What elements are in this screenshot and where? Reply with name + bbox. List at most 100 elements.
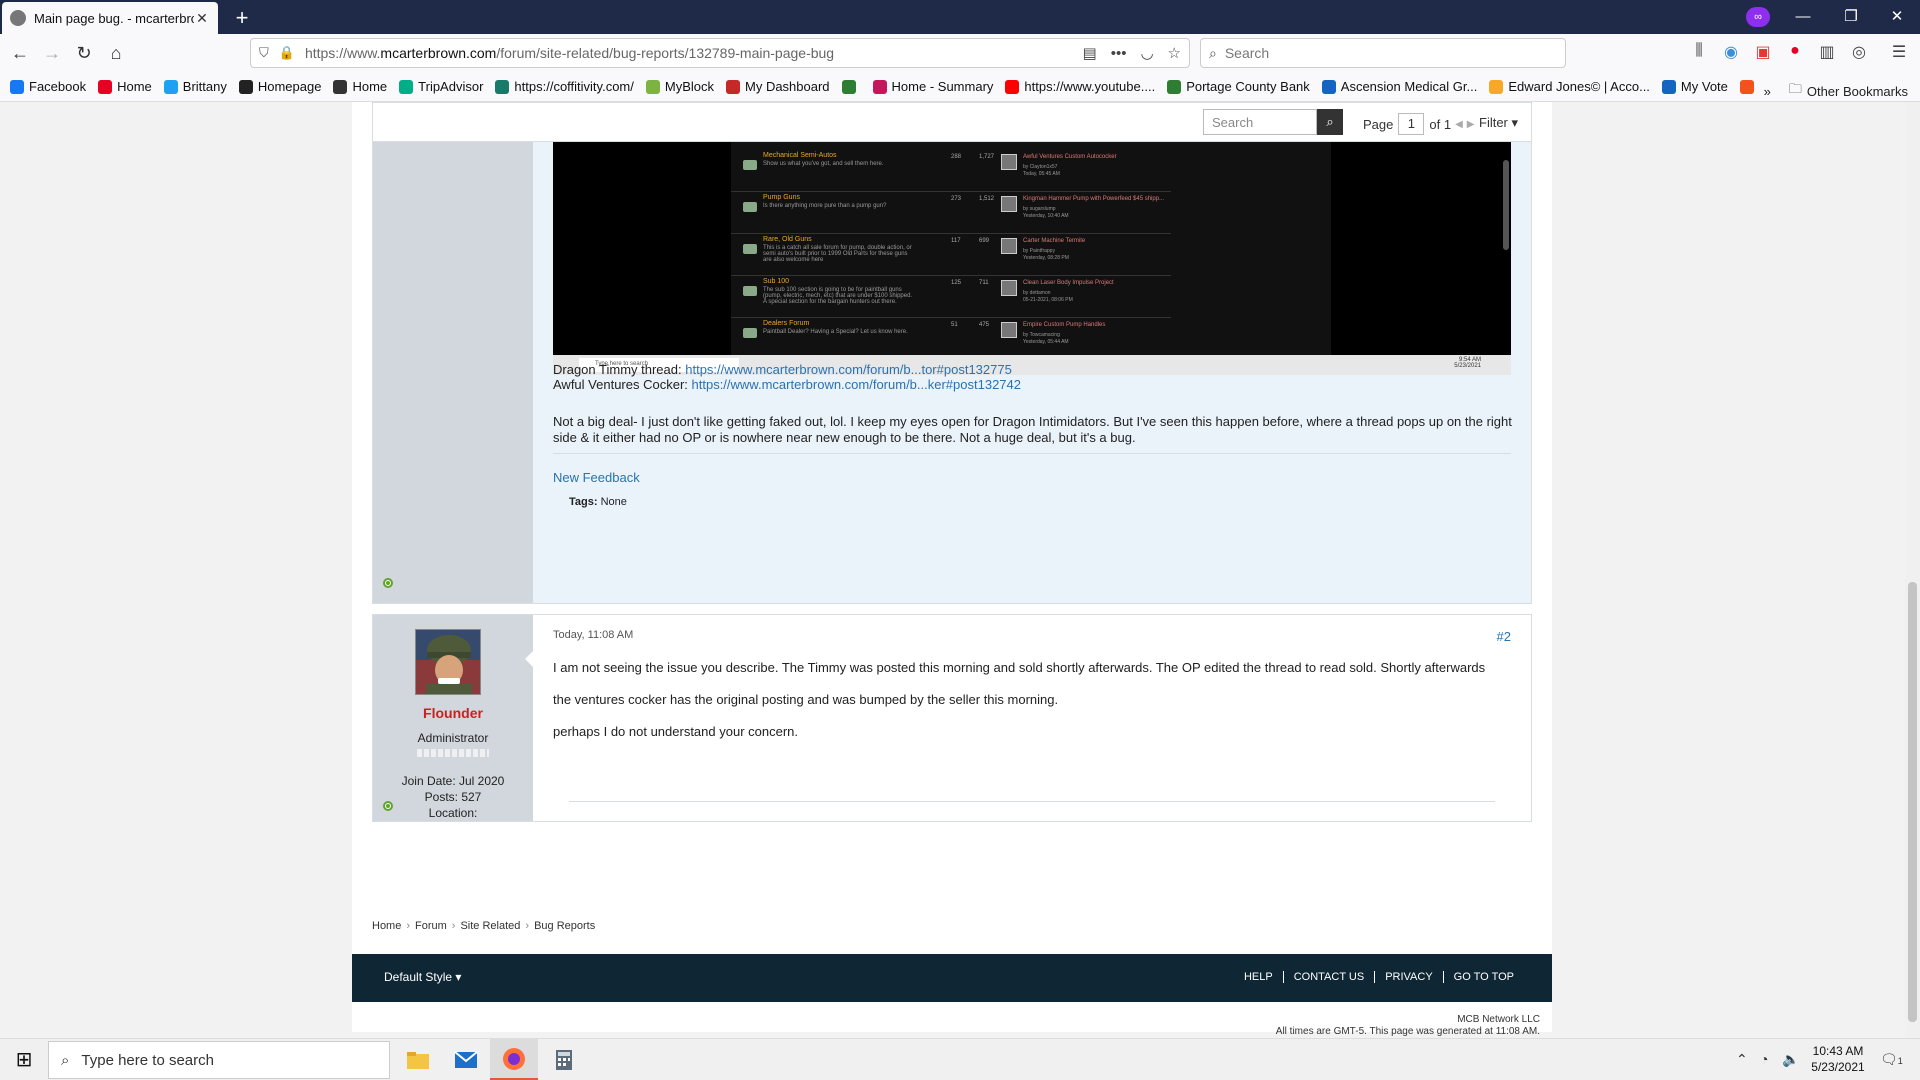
- other-bookmarks[interactable]: » 🗀 Other Bookmarks: [1764, 80, 1908, 102]
- url-text[interactable]: https://www.mcarterbrown.com/forum/site-…: [305, 45, 1069, 61]
- thread-link-line-2: Awful Ventures Cocker: https://www.mcart…: [553, 377, 1021, 392]
- last-post-author: by Towcamacing: [1023, 332, 1060, 338]
- taskbar-search-input[interactable]: ⌕ Type here to search: [48, 1041, 390, 1079]
- forum-icon: [743, 286, 757, 296]
- dragon-timmy-link[interactable]: https://www.mcarterbrown.com/forum/b...t…: [685, 362, 1012, 377]
- last-post-avatar: [1001, 154, 1017, 170]
- tracking-shield-icon[interactable]: ⛉: [259, 45, 269, 61]
- bookmark-item[interactable]: My Vote: [1661, 79, 1728, 94]
- new-feedback-link[interactable]: New Feedback: [553, 470, 640, 485]
- url-bar[interactable]: ⛉ 🔒 https://www.mcarterbrown.com/forum/s…: [250, 38, 1190, 68]
- network-icon[interactable]: ◔: [1760, 1051, 1768, 1067]
- breadcrumb-forum[interactable]: Forum: [415, 920, 447, 932]
- menu-icon[interactable]: ☰: [1886, 42, 1912, 62]
- extension-icon[interactable]: ◉: [1718, 42, 1744, 62]
- bookmark-favicon-icon: [238, 79, 253, 94]
- filter-dropdown[interactable]: Filter ▾: [1479, 115, 1518, 131]
- bookmark-item[interactable]: https://coffitivity.com/: [495, 79, 634, 94]
- style-selector[interactable]: Default Style ▾: [384, 970, 461, 984]
- bookmarks-overflow-icon[interactable]: »: [1764, 84, 1771, 99]
- username[interactable]: Flounder: [373, 705, 533, 721]
- scrollbar-thumb[interactable]: [1908, 582, 1917, 1022]
- pocket-extension-icon[interactable]: ▣: [1750, 42, 1776, 62]
- breadcrumb: Home › Forum › Site Related › Bug Reports: [372, 920, 596, 932]
- page-scrollbar[interactable]: [1905, 102, 1920, 1038]
- post-1-user-sidebar: [373, 142, 533, 603]
- show-hidden-icons-icon[interactable]: ⌃: [1736, 1051, 1748, 1068]
- post-pointer: [525, 651, 533, 667]
- windows-start-icon[interactable]: ⊞: [0, 1039, 48, 1080]
- file-explorer-icon[interactable]: [394, 1039, 442, 1080]
- forum-desc: Show us what you've got, and sell them h…: [763, 161, 884, 167]
- pinterest-icon[interactable]: ●: [1782, 42, 1808, 60]
- reader-view-icon[interactable]: ▤: [1083, 44, 1097, 62]
- lock-icon[interactable]: 🔒: [279, 45, 295, 61]
- avatar[interactable]: [415, 629, 481, 695]
- sidebar-icon[interactable]: ▥: [1814, 42, 1840, 62]
- restore-button[interactable]: ❐: [1828, 0, 1874, 34]
- bookmark-item[interactable]: Home: [333, 79, 387, 94]
- pocket-icon[interactable]: ◡: [1140, 44, 1153, 62]
- page-number-input[interactable]: 1: [1398, 113, 1425, 135]
- firefox-icon[interactable]: [490, 1039, 538, 1080]
- forum-title: Dealers Forum: [763, 320, 810, 327]
- browser-search-input[interactable]: ⌕ Search: [1200, 38, 1566, 68]
- browser-tab-active[interactable]: Main page bug. - mcarterbrown.com ✕: [2, 2, 218, 34]
- back-icon[interactable]: ←: [6, 40, 34, 66]
- bookmark-item[interactable]: My Dashboard: [726, 79, 830, 94]
- footer-contact-link[interactable]: CONTACT US: [1282, 971, 1375, 983]
- forum-icon: [743, 160, 757, 170]
- awful-ventures-link[interactable]: https://www.mcarterbrown.com/forum/b...k…: [692, 377, 1021, 392]
- mail-icon[interactable]: [442, 1039, 490, 1080]
- breadcrumb-home[interactable]: Home: [372, 920, 401, 932]
- breadcrumb-site-related[interactable]: Site Related: [460, 920, 520, 932]
- bookmark-item[interactable]: TripAdvisor: [399, 79, 483, 94]
- bookmark-item[interactable]: Facebook: [10, 79, 86, 94]
- thread-search-input[interactable]: Search: [1203, 109, 1317, 135]
- new-tab-button[interactable]: +: [228, 5, 256, 31]
- notifications-icon[interactable]: 🗨1: [1880, 1051, 1903, 1068]
- forward-icon[interactable]: →: [38, 40, 66, 66]
- bookmark-item[interactable]: MyBlock: [645, 79, 714, 94]
- tab-title: Main page bug. - mcarterbrown.com: [34, 10, 194, 26]
- post-timestamp: Today, 11:08 AM: [553, 629, 634, 641]
- page-actions-icon[interactable]: •••: [1111, 45, 1127, 62]
- bookmark-favicon-icon: [1167, 79, 1182, 94]
- tab-close-icon[interactable]: ✕: [194, 10, 210, 27]
- bookmark-item[interactable]: Homepage: [238, 79, 321, 94]
- reload-icon[interactable]: ↻: [70, 40, 98, 66]
- volume-icon[interactable]: 🔈: [1782, 1051, 1799, 1068]
- bookmark-item[interactable]: [841, 79, 861, 94]
- prev-page-icon[interactable]: ◀: [1455, 119, 1463, 130]
- post-number-link[interactable]: #2: [1497, 629, 1511, 644]
- close-window-button[interactable]: ✕: [1874, 0, 1920, 34]
- footer-go-to-top-link[interactable]: GO TO TOP: [1442, 971, 1524, 983]
- library-icon[interactable]: ⫼: [1686, 42, 1712, 60]
- bookmark-item[interactable]: Home - Summary: [872, 79, 993, 94]
- browser-titlebar: Main page bug. - mcarterbrown.com ✕ + ∞ …: [0, 0, 1920, 34]
- home-icon[interactable]: ⌂: [102, 40, 130, 66]
- footer-help-link[interactable]: HELP: [1234, 971, 1283, 983]
- calculator-icon[interactable]: [540, 1039, 588, 1080]
- thread-link-line-1: Dragon Timmy thread: https://www.mcarter…: [553, 362, 1012, 377]
- bookmark-favicon-icon: [163, 79, 178, 94]
- bookmark-item[interactable]: https://www.youtube....: [1005, 79, 1155, 94]
- minimize-button[interactable]: —: [1780, 0, 1826, 34]
- bookmark-star-icon[interactable]: ☆: [1168, 44, 1181, 62]
- footer-privacy-link[interactable]: PRIVACY: [1374, 971, 1442, 983]
- bookmark-item[interactable]: Edward Jones© | Acco...: [1489, 79, 1650, 94]
- account-icon[interactable]: ◎: [1846, 42, 1872, 62]
- breadcrumb-bug-reports[interactable]: Bug Reports: [534, 920, 595, 932]
- user-role: Administrator: [417, 731, 489, 745]
- bookmark-item[interactable]: [1739, 79, 1759, 94]
- next-page-icon[interactable]: ▶: [1467, 119, 1475, 130]
- search-icon[interactable]: ⌕: [1317, 109, 1343, 135]
- bookmark-label: TripAdvisor: [418, 79, 484, 94]
- bookmark-item[interactable]: Brittany: [163, 79, 227, 94]
- taskbar-clock[interactable]: 10:43 AM 5/23/2021: [1800, 1043, 1876, 1075]
- bookmark-item[interactable]: Home: [98, 79, 152, 94]
- last-post-date: Yesterday, 10:40 AM: [1023, 213, 1069, 219]
- embedded-screenshot-image[interactable]: Mechanical Semi-Autos Show us what you've…: [553, 142, 1511, 375]
- bookmark-item[interactable]: Ascension Medical Gr...: [1321, 79, 1477, 94]
- bookmark-item[interactable]: Portage County Bank: [1167, 79, 1310, 94]
